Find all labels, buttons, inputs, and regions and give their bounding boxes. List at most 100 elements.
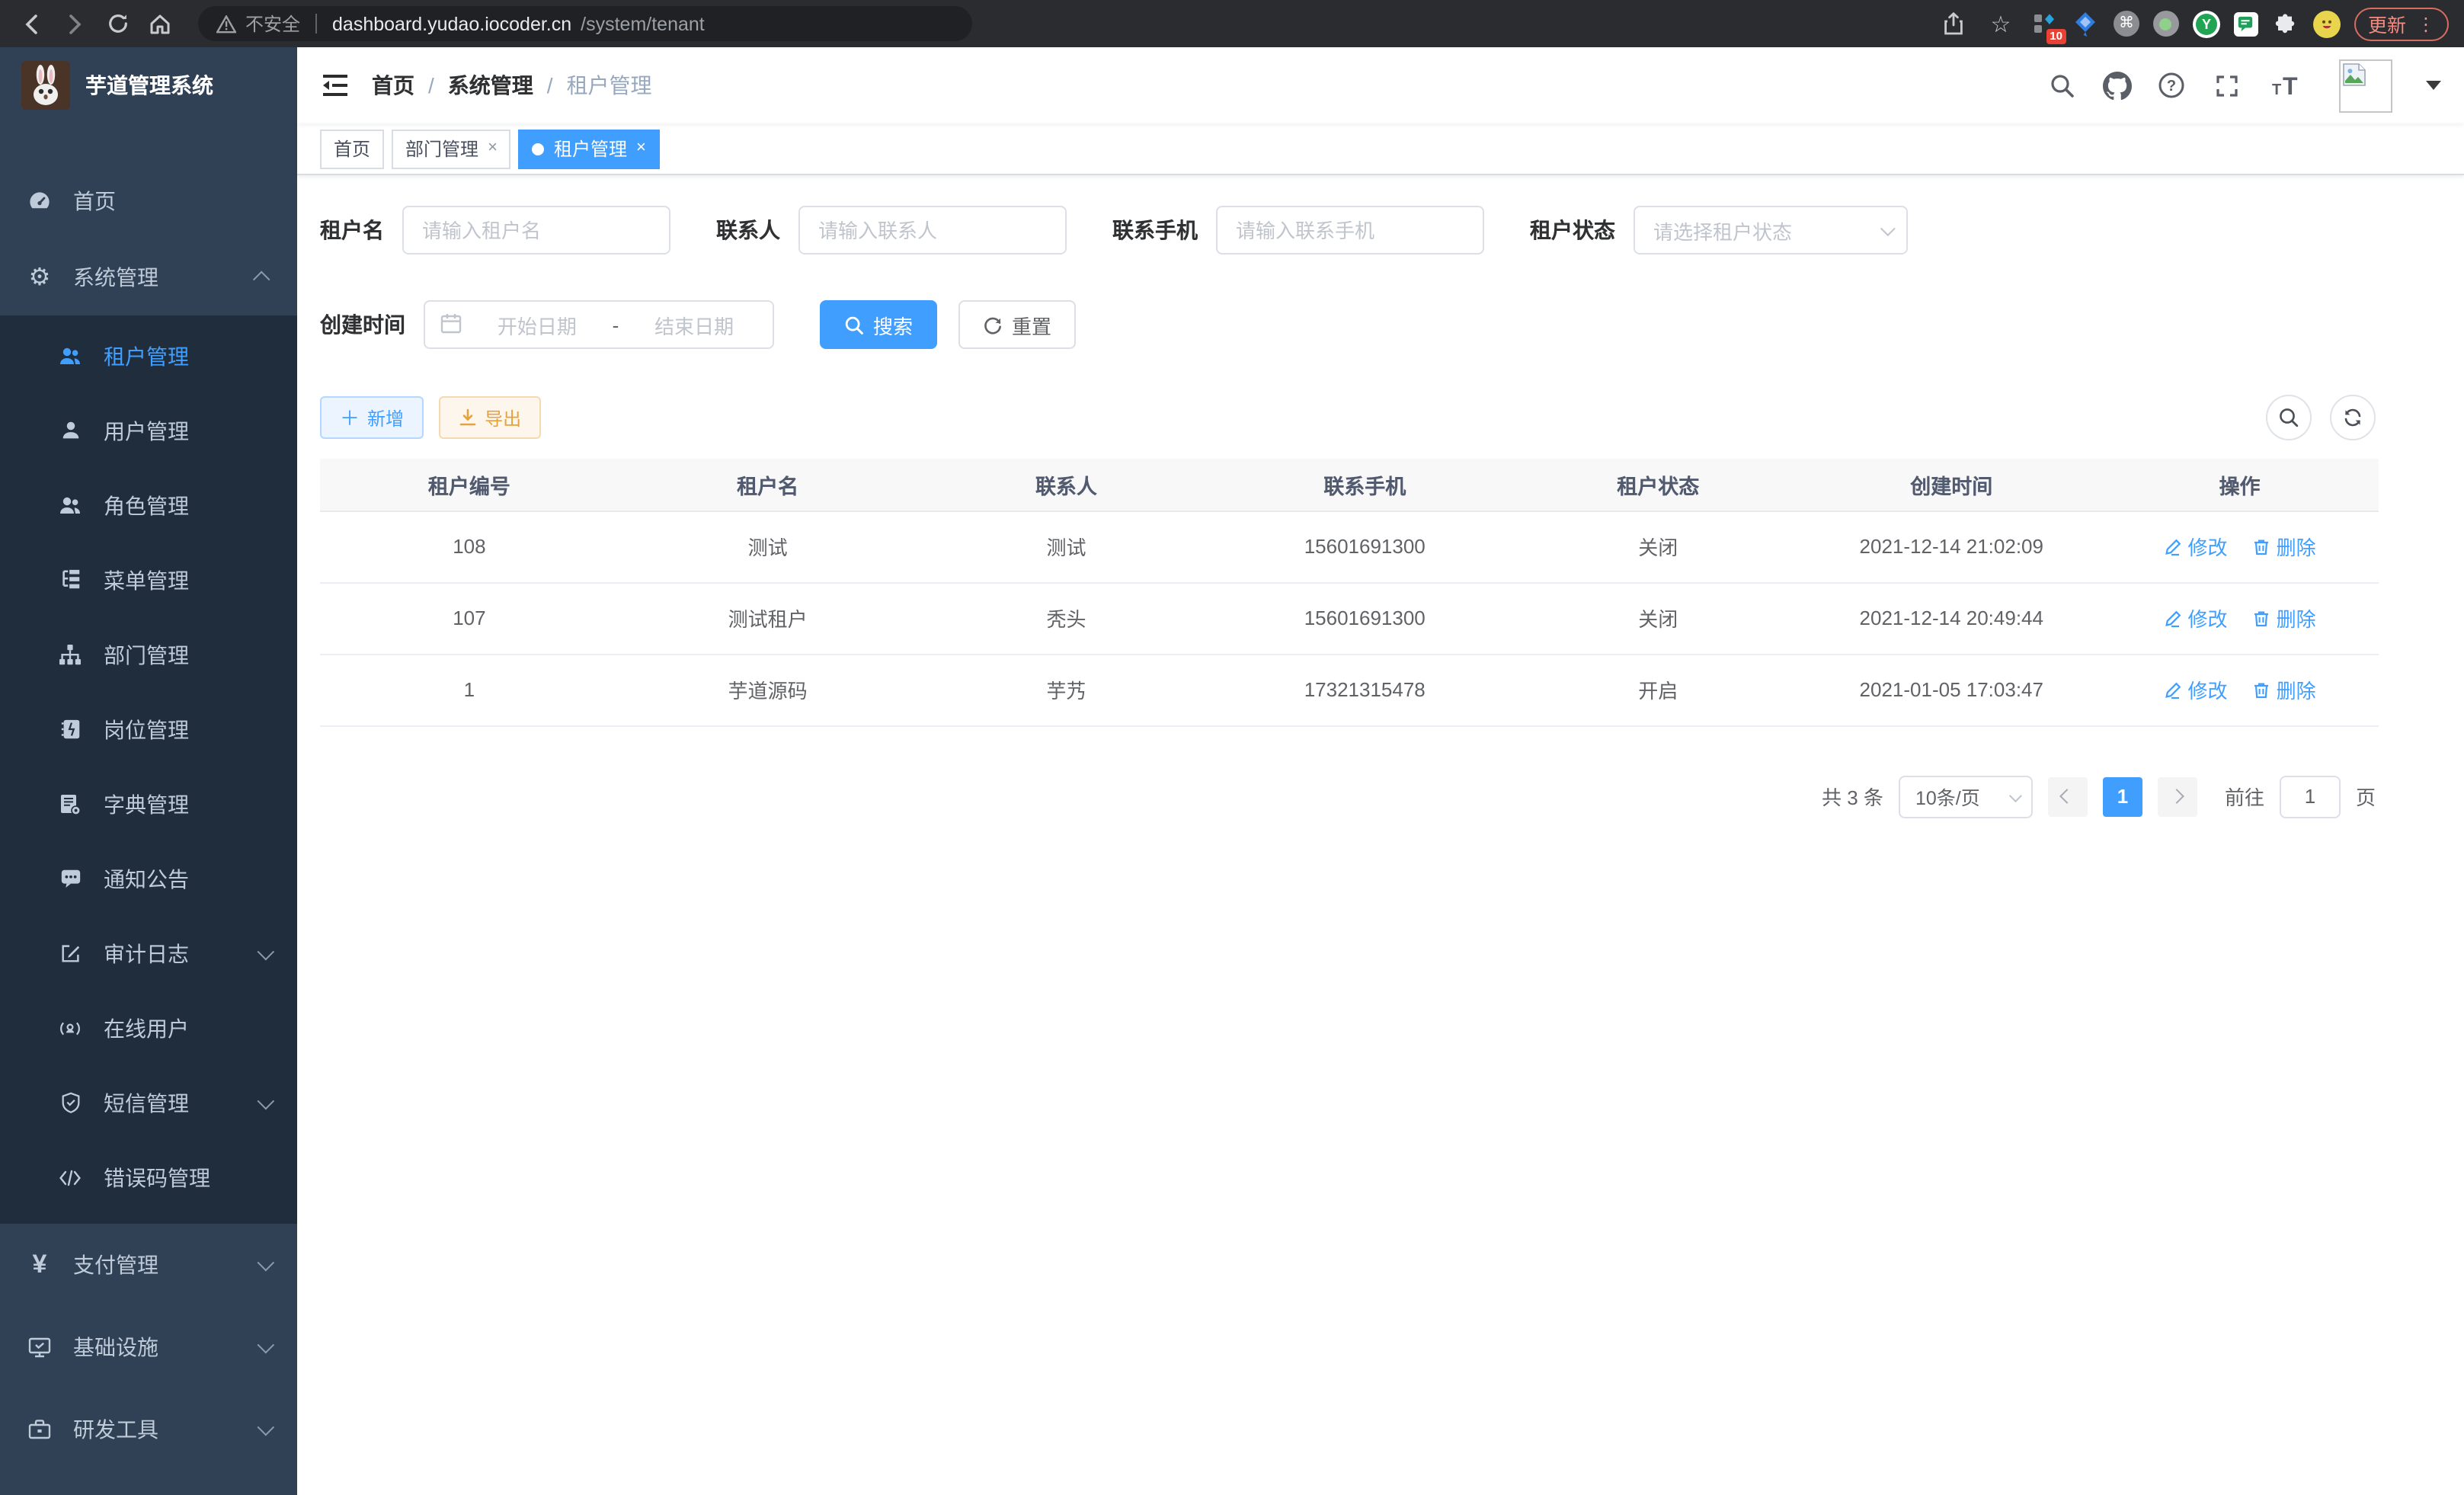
sidebar-item-notice[interactable]: 通知公告: [0, 841, 297, 916]
avatar-broken-image[interactable]: [2339, 59, 2392, 112]
cell-contact: 秃头: [917, 582, 1216, 654]
sidebar-item-sms[interactable]: 短信管理: [0, 1065, 297, 1140]
sidebar-item-system[interactable]: ⚙ 系统管理: [0, 239, 297, 315]
active-dot: [533, 142, 545, 155]
sidebar-collapse-icon[interactable]: [320, 70, 350, 101]
chevron-up-icon: [253, 271, 270, 289]
page-number-current[interactable]: 1: [2103, 776, 2142, 816]
status-label: 租户状态: [1530, 215, 1634, 245]
sidebar-item-role[interactable]: 角色管理: [0, 468, 297, 543]
search-button[interactable]: 搜索: [820, 300, 937, 349]
create-time-range-picker[interactable]: 开始日期 - 结束日期: [424, 300, 774, 349]
sidebar-item-home[interactable]: 首页: [0, 163, 297, 239]
delete-link[interactable]: 删除: [2252, 603, 2316, 632]
profile-avatar-icon[interactable]: [2313, 10, 2341, 37]
sidebar-item-dev-tools[interactable]: 研发工具: [0, 1388, 297, 1471]
sidebar-item-label: 审计日志: [104, 938, 189, 968]
address-bar[interactable]: 不安全 dashboard.yudao.iocoder.cn/system/te…: [198, 6, 972, 41]
browser-toolbar: 不安全 dashboard.yudao.iocoder.cn/system/te…: [0, 0, 2464, 47]
home-icon[interactable]: [143, 7, 177, 40]
refresh-button[interactable]: [2330, 395, 2376, 440]
edit-link[interactable]: 修改: [2164, 532, 2228, 561]
chrome-update-button[interactable]: 更新 ⋮: [2354, 7, 2449, 40]
goto-page-input[interactable]: [2280, 775, 2341, 818]
sidebar-item-pay[interactable]: ¥ 支付管理: [0, 1224, 297, 1306]
page-content: 租户名 联系人 联系手机 租户状态 请选择租户状态: [297, 175, 2464, 1495]
cell-status: 关闭: [1514, 511, 1802, 582]
sidebar-item-dict[interactable]: 字典管理: [0, 767, 297, 841]
sidebar-item-tenant[interactable]: 租户管理: [0, 319, 297, 393]
security-warning-label[interactable]: 不安全: [245, 11, 300, 37]
help-icon[interactable]: ?: [2156, 70, 2187, 101]
sidebar-item-label: 在线用户: [104, 1013, 189, 1043]
cell-created: 2021-12-14 21:02:09: [1802, 511, 2101, 582]
tab-home[interactable]: 首页: [320, 129, 384, 168]
breadcrumb-system[interactable]: 系统管理: [448, 70, 533, 101]
avatar-dropdown-caret[interactable]: [2426, 81, 2441, 90]
sidebar-item-dept[interactable]: 部门管理: [0, 617, 297, 692]
close-icon[interactable]: ×: [636, 140, 646, 157]
tenant-name-input[interactable]: [402, 206, 670, 255]
extensions-puzzle-icon[interactable]: [2272, 10, 2299, 37]
status-select[interactable]: 请选择租户状态: [1634, 206, 1908, 255]
search-icon[interactable]: [2046, 70, 2077, 101]
goto-label: 前往: [2225, 782, 2264, 811]
sidebar-item-online-user[interactable]: 在线用户: [0, 991, 297, 1065]
sidebar-logo[interactable]: 芋道管理系统: [0, 47, 297, 123]
close-icon[interactable]: ×: [488, 140, 498, 157]
reload-icon[interactable]: [101, 7, 134, 40]
tab-tenant[interactable]: 租户管理 ×: [519, 129, 660, 168]
svg-text:T: T: [2272, 82, 2281, 98]
tab-dept[interactable]: 部门管理 ×: [392, 129, 511, 168]
delete-link[interactable]: 删除: [2252, 532, 2316, 561]
forward-icon[interactable]: [58, 7, 91, 40]
reset-button[interactable]: 重置: [958, 300, 1076, 349]
bookmark-star-icon[interactable]: ☆: [1984, 7, 2018, 40]
contact-input[interactable]: [798, 206, 1067, 255]
page-size-select[interactable]: 10条/页: [1899, 775, 2033, 818]
toggle-search-button[interactable]: [2266, 395, 2312, 440]
breadcrumb-current: 租户管理: [567, 70, 652, 101]
sidebar-item-user[interactable]: 用户管理: [0, 393, 297, 468]
font-size-icon[interactable]: TT: [2266, 70, 2306, 101]
chevron-down-icon: [2009, 789, 2022, 802]
command-extension-icon[interactable]: ⌘: [2114, 11, 2139, 37]
sidebar-item-label: 角色管理: [104, 490, 189, 520]
edit-link[interactable]: 修改: [2164, 603, 2228, 632]
y-extension-icon[interactable]: Y: [2193, 10, 2220, 37]
table-row[interactable]: 1 芋道源码 芋艿 17321315478 开启 2021-01-05 17:0…: [320, 654, 2379, 725]
security-warning-icon[interactable]: [216, 14, 236, 33]
sidebar-item-post[interactable]: 岗位管理: [0, 692, 297, 767]
table-row[interactable]: 108 测试 测试 15601691300 关闭 2021-12-14 21:0…: [320, 511, 2379, 582]
add-button[interactable]: ＋ 新增: [320, 396, 424, 439]
chrome-menu-icon[interactable]: ⋮: [2417, 13, 2435, 34]
export-button[interactable]: 导出: [439, 396, 541, 439]
cell-mobile: 15601691300: [1215, 582, 1514, 654]
sidebar-item-menu[interactable]: 菜单管理: [0, 543, 297, 617]
fullscreen-icon[interactable]: [2211, 70, 2242, 101]
next-page-button[interactable]: [2158, 776, 2197, 816]
recorder-extension-icon[interactable]: [2153, 11, 2179, 37]
users-icon: [58, 493, 82, 517]
github-icon[interactable]: [2101, 70, 2132, 101]
col-actions: 操作: [2101, 459, 2379, 511]
extension-grid-icon[interactable]: 10: [2031, 10, 2059, 37]
sidebar-item-label: 基础设施: [73, 1332, 158, 1362]
cell-created: 2021-01-05 17:03:47: [1802, 654, 2101, 725]
edit-link[interactable]: 修改: [2164, 675, 2228, 704]
sidebar-item-error-code[interactable]: 错误码管理: [0, 1140, 297, 1215]
sidebar-item-infra[interactable]: 基础设施: [0, 1306, 297, 1388]
share-icon[interactable]: [1937, 7, 1970, 40]
back-icon[interactable]: [15, 7, 49, 40]
mobile-input[interactable]: [1216, 206, 1484, 255]
breadcrumb-home[interactable]: 首页: [372, 70, 414, 101]
chat-extension-icon[interactable]: [2234, 11, 2258, 36]
table-row[interactable]: 107 测试租户 秃头 15601691300 关闭 2021-12-14 20…: [320, 582, 2379, 654]
svg-text:?: ?: [2167, 78, 2176, 94]
kite-extension-icon[interactable]: [2072, 10, 2100, 37]
url-separator: [315, 14, 317, 34]
sidebar-item-audit-log[interactable]: 审计日志: [0, 916, 297, 991]
prev-page-button[interactable]: [2048, 776, 2088, 816]
delete-link[interactable]: 删除: [2252, 675, 2316, 704]
sidebar-item-label: 首页: [73, 186, 116, 216]
